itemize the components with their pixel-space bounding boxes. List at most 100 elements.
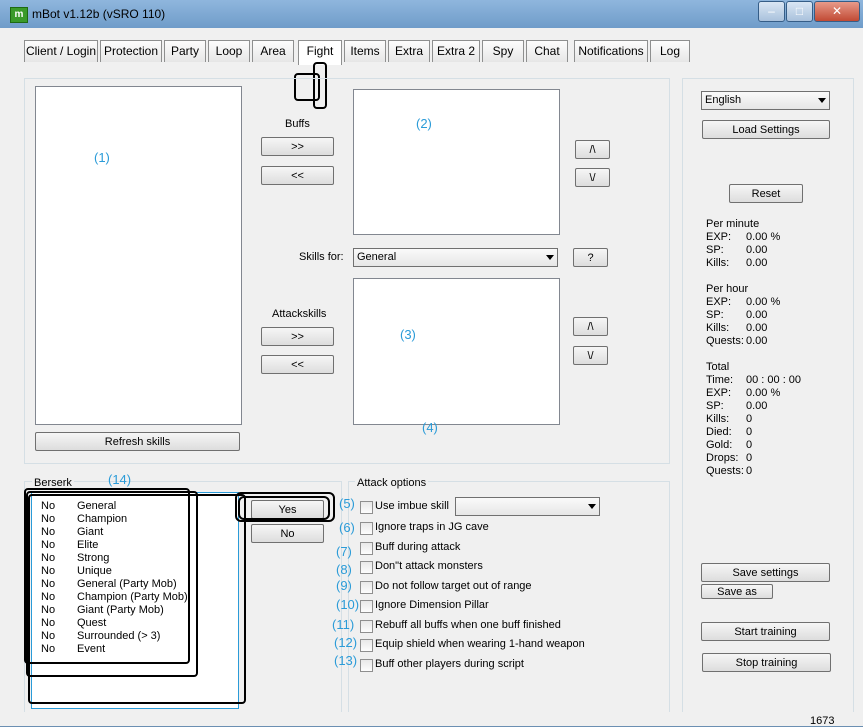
annotation-8: (8) <box>336 562 352 577</box>
use-imbue-skill-checkbox[interactable] <box>360 501 373 514</box>
imbue-skill-select[interactable] <box>455 497 600 516</box>
tab-area[interactable]: Area <box>252 40 294 62</box>
skills-for-value: General <box>357 251 397 263</box>
ignore-dimension-pillar-checkbox[interactable] <box>360 600 373 613</box>
per-minute-exp-label: EXP: <box>706 231 732 243</box>
total-gold: 0 <box>746 439 753 451</box>
do-not-follow-target-checkbox[interactable] <box>360 581 373 594</box>
berserk-no-button[interactable]: No <box>251 524 324 543</box>
annotation-4: (4) <box>422 420 438 435</box>
per-hour-exp: 0.00 % <box>746 296 781 308</box>
per-hour-sp-label: SP: <box>706 309 724 321</box>
tab-chat[interactable]: Chat <box>526 40 568 62</box>
total-died: 0 <box>746 426 753 438</box>
attack-move-down-button[interactable]: \/ <box>573 346 608 365</box>
total-died-label: Died: <box>706 426 732 438</box>
remove-attack-skill-button[interactable]: << <box>261 355 334 374</box>
total-quests: 0 <box>746 465 753 477</box>
tab-items[interactable]: Items <box>344 40 386 62</box>
buffs-label: Buffs <box>285 118 310 130</box>
start-training-button[interactable]: Start training <box>701 622 830 641</box>
attack-skills-list[interactable] <box>353 278 560 425</box>
chevron-down-icon <box>546 255 554 260</box>
equip-shield-checkbox[interactable] <box>360 639 373 652</box>
annotation-14: (14) <box>108 472 132 487</box>
per-minute-title: Per minute <box>706 218 760 230</box>
annotation-7: (7) <box>336 544 352 559</box>
maximize-button[interactable]: □ <box>786 1 813 22</box>
tab-notifications[interactable]: Notifications <box>574 40 648 62</box>
total-sp: 0.00 <box>746 400 768 412</box>
total-kills: 0 <box>746 413 753 425</box>
buff-during-attack-checkbox[interactable] <box>360 542 373 555</box>
annotation-13: (13) <box>334 653 358 668</box>
annotation-12: (12) <box>334 635 358 650</box>
total-drops-label: Drops: <box>706 452 739 464</box>
app-logo-icon: m <box>10 7 28 23</box>
annotation-11: (11) <box>332 617 355 632</box>
tab-log[interactable]: Log <box>650 40 690 62</box>
attack-move-up-button[interactable]: /\ <box>573 317 608 336</box>
dont-attack-monsters-checkbox[interactable] <box>360 561 373 574</box>
add-attack-skill-button[interactable]: >> <box>261 327 334 346</box>
annotation-2: (2) <box>416 116 432 131</box>
attack-options-panel <box>348 481 670 715</box>
attack-options-title: Attack options <box>355 477 429 489</box>
ignore-traps-checkbox[interactable] <box>360 522 373 535</box>
tab-protection[interactable]: Protection <box>100 40 162 62</box>
help-button[interactable]: ? <box>573 248 608 267</box>
annotation-3: (3) <box>400 327 416 342</box>
minimize-button[interactable]: – <box>758 1 785 22</box>
tab-loop[interactable]: Loop <box>208 40 250 62</box>
total-title: Total <box>706 361 730 373</box>
chevron-down-icon <box>588 504 596 509</box>
buff-skills-list[interactable] <box>353 89 560 235</box>
load-settings-button[interactable]: Load Settings <box>702 120 830 139</box>
tab-extra-2[interactable]: Extra 2 <box>432 40 480 62</box>
per-hour-title: Per hour <box>706 283 749 295</box>
tab-extra[interactable]: Extra <box>388 40 430 62</box>
total-drops: 0 <box>746 452 753 464</box>
save-as-button[interactable]: Save as <box>701 584 773 599</box>
add-buff-button[interactable]: >> <box>261 137 334 156</box>
refresh-skills-button[interactable]: Refresh skills <box>35 432 240 451</box>
buff-other-players-checkbox[interactable] <box>360 659 373 672</box>
title-bar[interactable]: m mBot v1.12b (vSRO 110) – □ ✕ <box>0 0 863 28</box>
per-hour-kills-label: Kills: <box>706 322 730 334</box>
annotation-6: (6) <box>339 520 355 535</box>
per-minute-kills: 0.00 <box>746 257 768 269</box>
annotation-10: (10) <box>336 597 360 612</box>
window-title: mBot v1.12b (vSRO 110) <box>32 7 166 21</box>
stop-training-button[interactable]: Stop training <box>702 653 831 672</box>
available-skills-list[interactable] <box>35 86 242 425</box>
tab-party[interactable]: Party <box>164 40 206 62</box>
language-select[interactable]: English <box>701 91 830 110</box>
buff-move-up-button[interactable]: /\ <box>575 140 610 159</box>
skills-for-select[interactable]: General <box>353 248 558 267</box>
reset-button[interactable]: Reset <box>729 184 803 203</box>
total-quests-label: Quests: <box>706 465 744 477</box>
total-exp: 0.00 % <box>746 387 781 399</box>
per-minute-sp-label: SP: <box>706 244 724 256</box>
language-value: English <box>705 94 742 106</box>
total-gold-label: Gold: <box>706 439 733 451</box>
rebuff-all-checkbox[interactable] <box>360 620 373 633</box>
per-minute-exp: 0.00 % <box>746 231 781 243</box>
total-time: 00 : 00 : 00 <box>746 374 802 386</box>
per-hour-kills: 0.00 <box>746 322 768 334</box>
tab-spy[interactable]: Spy <box>482 40 524 62</box>
main-window: m mBot v1.12b (vSRO 110) – □ ✕ Client / … <box>0 0 863 727</box>
remove-buff-button[interactable]: << <box>261 166 334 185</box>
skills-for-label: Skills for: <box>299 251 344 263</box>
close-button[interactable]: ✕ <box>814 1 860 22</box>
tab-client-login[interactable]: Client / Login <box>24 40 98 62</box>
annotation-5: (5) <box>339 496 355 511</box>
total-time-label: Time: <box>706 374 734 386</box>
per-minute-sp: 0.00 <box>746 244 768 256</box>
total-exp-label: EXP: <box>706 387 732 399</box>
attackskills-label: Attackskills <box>272 308 327 320</box>
buff-move-down-button[interactable]: \/ <box>575 168 610 187</box>
total-kills-label: Kills: <box>706 413 730 425</box>
status-counter: 1673 <box>810 715 835 727</box>
save-settings-button[interactable]: Save settings <box>701 563 830 582</box>
